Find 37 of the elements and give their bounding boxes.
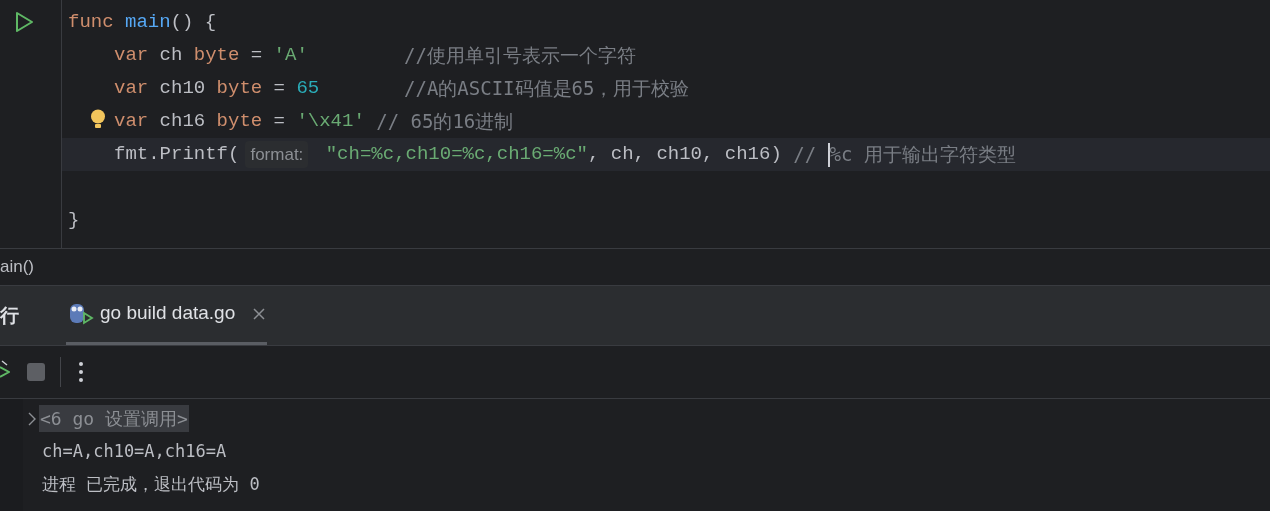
code-comment: // 65的16进制 <box>376 109 514 135</box>
code-comment: // <box>793 142 818 168</box>
code-token: 'A' <box>273 43 308 69</box>
run-icon[interactable] <box>14 11 34 33</box>
lightbulb-icon[interactable] <box>90 109 106 130</box>
console-output: ch=A,ch10=A,ch16=A <box>42 439 227 463</box>
parameter-hint: format: <box>245 140 309 169</box>
code-token: ch <box>159 43 183 69</box>
code-comment: //使用单引号表示一个字符 <box>404 43 636 69</box>
close-icon[interactable] <box>253 307 266 320</box>
code-token: fmt.Printf( <box>114 142 240 168</box>
code-token: = <box>250 43 263 69</box>
more-icon[interactable] <box>78 361 84 383</box>
code-comment: //A的ASCII码值是65，用于校验 <box>404 76 690 102</box>
code-comment: %c 用于输出字符类型 <box>829 142 1016 168</box>
code-token: , ch, ch10, ch16) <box>587 142 782 168</box>
code-token: ch10 <box>159 76 206 102</box>
code-token: func <box>68 10 114 36</box>
panel-title: 行 <box>0 303 20 329</box>
code-token: var <box>114 43 149 69</box>
code-token: = <box>273 109 285 135</box>
code-token: byte <box>216 76 263 102</box>
code-token: 65 <box>296 76 320 102</box>
console-output: 进程 已完成，退出代码为 0 <box>42 472 260 496</box>
code-token: var <box>114 76 149 102</box>
code-token: '\x41' <box>296 109 365 135</box>
code-token: main <box>125 10 171 36</box>
code-token: var <box>114 109 149 135</box>
code-token: } <box>68 208 80 234</box>
code-token: () { <box>170 10 217 36</box>
breadcrumb[interactable]: ain() <box>0 254 34 280</box>
code-token: byte <box>193 43 240 69</box>
code-token: ch16 <box>159 109 206 135</box>
code-token: byte <box>216 109 263 135</box>
code-token: "ch=%c,ch10=%c,ch16=%c" <box>325 142 588 168</box>
code-token: = <box>273 76 285 102</box>
expand-icon[interactable] <box>28 411 36 426</box>
